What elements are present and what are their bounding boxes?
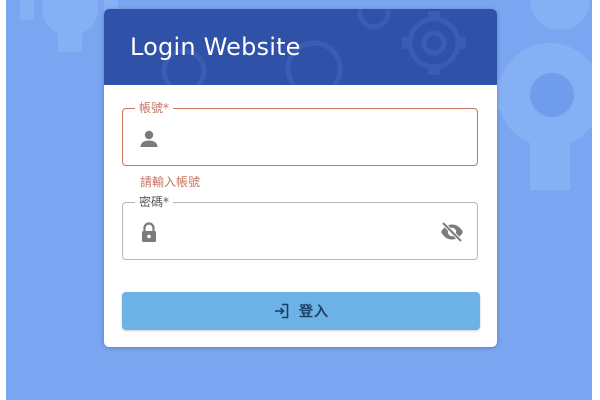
left-edge <box>0 0 6 400</box>
login-button-label: 登入 <box>299 304 329 320</box>
password-label: 密碼* <box>135 194 174 210</box>
eye-off-icon[interactable] <box>439 220 465 244</box>
page-title: Login Website <box>130 33 301 61</box>
person-icon <box>140 130 158 147</box>
account-error-message: 請輸入帳號 <box>140 175 201 189</box>
password-input[interactable] <box>171 217 435 247</box>
login-button[interactable]: 登入 <box>122 292 480 330</box>
card-header: Login Website <box>104 9 497 85</box>
login-icon <box>275 303 289 319</box>
account-input[interactable] <box>171 123 435 153</box>
login-card: Login Website 帳號* 請輸入帳號 密碼* 登入 <box>104 9 497 347</box>
lock-icon <box>142 222 156 242</box>
right-edge <box>592 0 600 400</box>
password-field[interactable]: 密碼* <box>122 194 478 260</box>
account-field[interactable]: 帳號* <box>122 100 478 166</box>
account-label: 帳號* <box>135 100 174 116</box>
